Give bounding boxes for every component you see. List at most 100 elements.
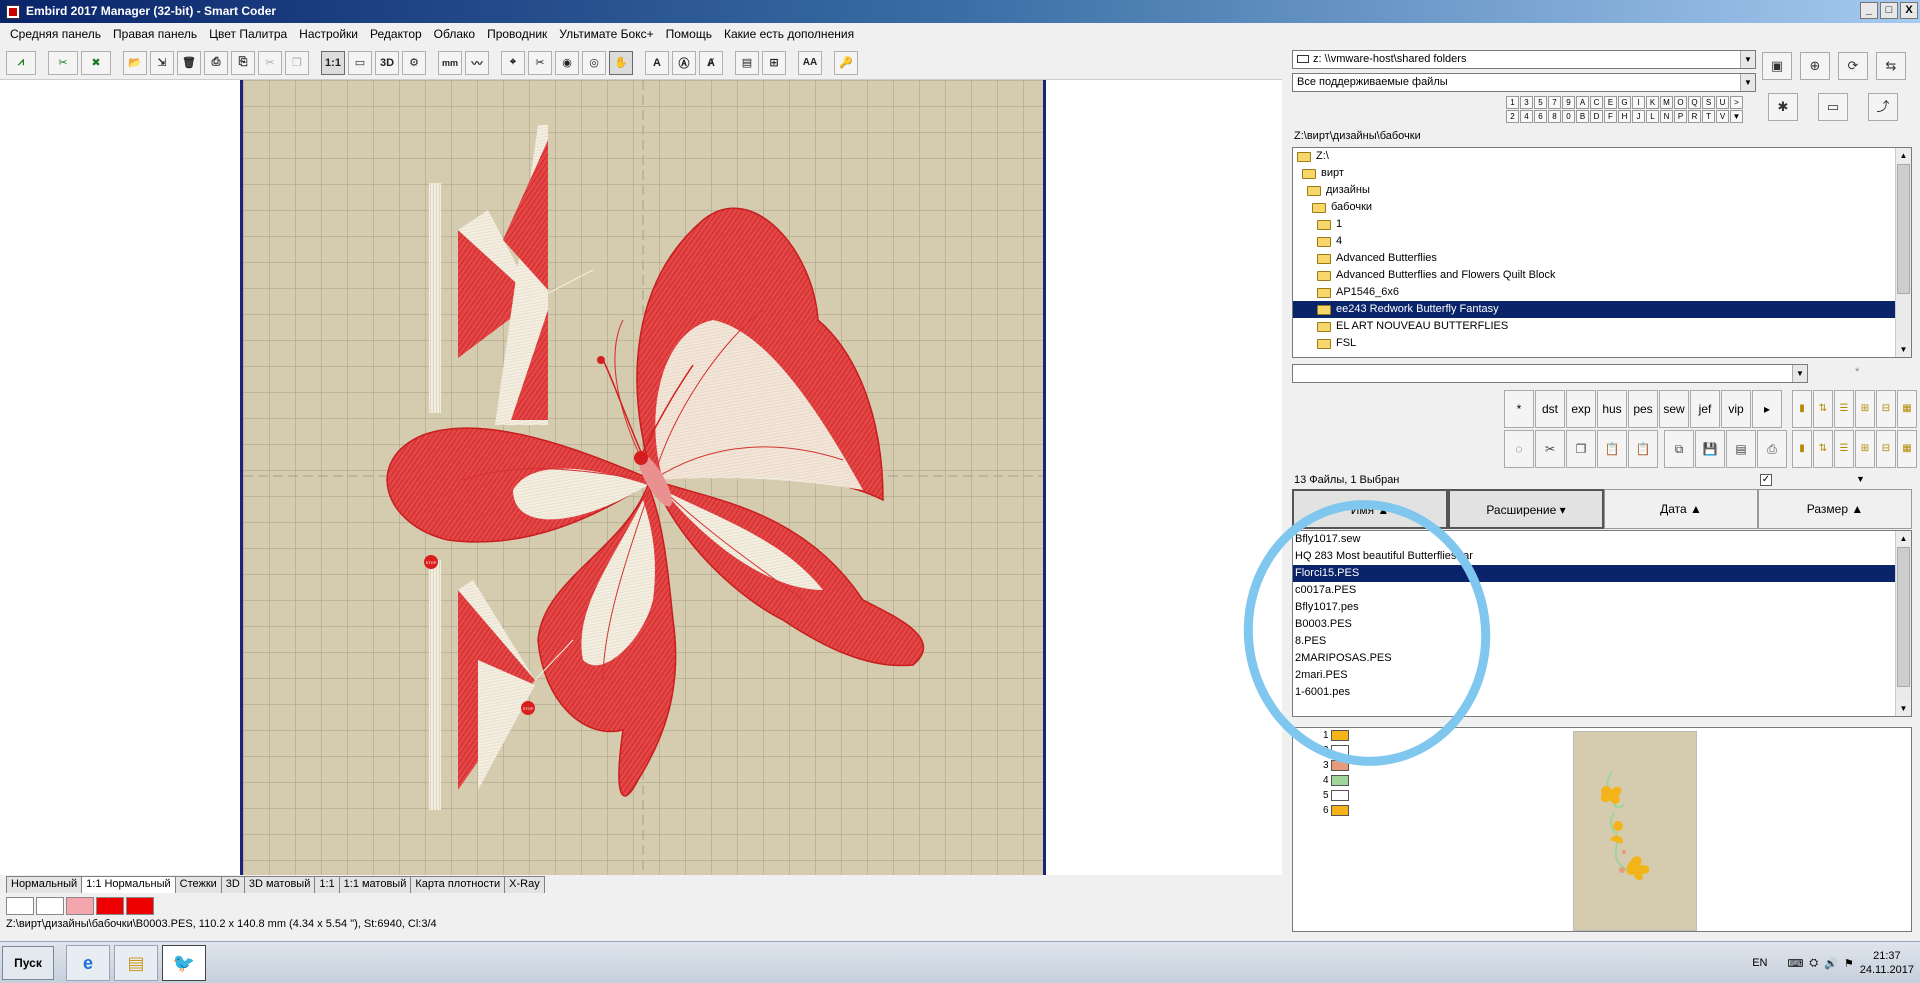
tree-folder-item[interactable]: Advanced Butterflies and Flowers Quilt B… <box>1293 267 1897 284</box>
letter-filter-next[interactable]: > <box>1730 96 1743 109</box>
tab-1-1-normal[interactable]: 1:1 Нормальный <box>81 876 176 893</box>
list-icon[interactable]: ☰ <box>1834 390 1854 428</box>
sort2-alt-icon[interactable]: ⇅ <box>1813 430 1833 468</box>
monogram-icon[interactable]: Ⱥ <box>699 50 723 75</box>
column-size[interactable]: Размер ▲ <box>1758 489 1912 529</box>
layout-icon[interactable]: ⊞ <box>762 50 786 75</box>
letter-filter[interactable]: T <box>1702 110 1715 123</box>
letter-filter[interactable]: 6 <box>1534 110 1547 123</box>
stitch-icon[interactable]: ⩘ <box>6 50 36 75</box>
menu-addons[interactable]: Какие есть дополнения <box>718 27 860 41</box>
properties-icon[interactable]: ▤ <box>1726 430 1756 468</box>
font-button[interactable]: AA <box>798 50 822 75</box>
thumbnails-icon[interactable]: ▦ <box>1897 390 1917 428</box>
search-combo[interactable]: ▼ <box>1292 364 1808 383</box>
letter-filter[interactable]: Q <box>1688 96 1701 109</box>
menu-explorer[interactable]: Проводник <box>481 27 553 41</box>
letter-filter[interactable]: F <box>1604 110 1617 123</box>
checkbox[interactable]: ✓ <box>1760 474 1772 486</box>
trash-icon[interactable]: 🗑 <box>177 50 201 75</box>
column-date[interactable]: Дата ▲ <box>1604 489 1758 529</box>
thumbnails2-icon[interactable]: ▦ <box>1897 430 1917 468</box>
thread-color-5[interactable] <box>126 897 154 915</box>
letter-filter[interactable]: U <box>1716 96 1729 109</box>
grid2-large-icon[interactable]: ⊟ <box>1876 430 1896 468</box>
save-file-icon[interactable]: 💾 <box>1695 430 1725 468</box>
folder-up-icon[interactable]: ⤴ <box>1868 93 1898 121</box>
scroll-up-icon[interactable]: ▲ <box>1896 531 1911 546</box>
preview-color-item[interactable]: 5 <box>1323 790 1349 801</box>
folder-icon[interactable]: ▭ <box>1818 93 1848 121</box>
preview-color-item[interactable]: 6 <box>1323 805 1349 816</box>
refresh-icon[interactable]: ⟳ <box>1838 52 1868 80</box>
letter-filter[interactable]: 2 <box>1506 110 1519 123</box>
restore-button[interactable]: □ <box>1880 2 1898 19</box>
format-hus-button[interactable]: hus <box>1597 390 1627 428</box>
format-exp-button[interactable]: exp <box>1566 390 1596 428</box>
menu-middle-panel[interactable]: Средняя панель <box>4 27 107 41</box>
format-dst-button[interactable]: dst <box>1535 390 1565 428</box>
hoop-icon[interactable]: ⌖ <box>501 50 525 75</box>
eye-icon[interactable]: ◉ <box>555 50 579 75</box>
file-explorer-icon[interactable]: ▤ <box>114 945 158 981</box>
letter-filter[interactable]: O <box>1674 96 1687 109</box>
language-indicator[interactable]: EN <box>1752 957 1767 969</box>
file-list-scrollbar[interactable]: ▲ ▼ <box>1895 531 1911 716</box>
sort-icon[interactable]: ▮ <box>1792 390 1812 428</box>
view-3d-button[interactable]: 3D <box>375 50 399 75</box>
key-icon[interactable]: 🔑 <box>834 50 858 75</box>
tree-folder-item[interactable]: Advanced Butterflies <box>1293 250 1897 267</box>
thread-color-1[interactable] <box>6 897 34 915</box>
tab-3d-matte[interactable]: 3D матовый <box>243 876 316 893</box>
format-sew-button[interactable]: sew <box>1659 390 1689 428</box>
tree-folder-item[interactable]: бабочки <box>1293 199 1897 216</box>
tray-keyboard-icon[interactable]: ⌨ <box>1787 957 1803 970</box>
tree-folder-item[interactable]: EL ART NOUVEAU BUTTERFLIES <box>1293 318 1897 335</box>
clock[interactable]: 21:37 24.11.2017 <box>1860 949 1914 977</box>
menu-editor[interactable]: Редактор <box>364 27 428 41</box>
print-icon[interactable]: ⎙ <box>204 50 228 75</box>
letter-filter[interactable]: 4 <box>1520 110 1533 123</box>
grid-icon[interactable]: ⊞ <box>1855 390 1875 428</box>
letter-filter[interactable]: 5 <box>1534 96 1547 109</box>
internet-explorer-icon[interactable]: e <box>66 945 110 981</box>
tree-folder-item[interactable]: 1 <box>1293 216 1897 233</box>
menu-cloud[interactable]: Облако <box>428 27 481 41</box>
thread-color-4[interactable] <box>96 897 124 915</box>
menu-ultimate-box[interactable]: Ультимате Бокс+ <box>553 27 659 41</box>
tab-density-map[interactable]: Карта плотности <box>410 876 506 893</box>
letter-filter-dropdown[interactable]: ▼ <box>1730 110 1743 123</box>
letter-filter[interactable]: H <box>1618 110 1631 123</box>
scroll-down-icon[interactable]: ▼ <box>1896 342 1911 357</box>
format-pes-button[interactable]: pes <box>1628 390 1658 428</box>
grid2-icon[interactable]: ⊞ <box>1855 430 1875 468</box>
close-button[interactable]: X <box>1900 2 1918 19</box>
column-extension[interactable]: Расширение ▾ <box>1448 489 1604 529</box>
copy-icon[interactable]: ❐ <box>285 50 309 75</box>
tray-network-icon[interactable]: ⛭ <box>1809 957 1818 970</box>
format-vip-button[interactable]: vip <box>1721 390 1751 428</box>
text-edit-icon[interactable]: Ⓐ <box>672 50 696 75</box>
scissors-icon[interactable]: ✂ <box>528 50 552 75</box>
scroll-up-icon[interactable]: ▲ <box>1896 148 1911 163</box>
save-icon[interactable]: ▣ <box>1762 52 1792 80</box>
tab-1-1[interactable]: 1:1 <box>314 876 340 893</box>
menu-settings[interactable]: Настройки <box>293 27 364 41</box>
lasso-icon[interactable]: ◌ <box>1504 430 1534 468</box>
tree-folder-item[interactable]: AP1546_6x6 <box>1293 284 1897 301</box>
cut-icon[interactable]: ✂ <box>258 50 282 75</box>
menu-help[interactable]: Помощь <box>660 27 718 41</box>
tree-scrollbar[interactable]: ▲ ▼ <box>1895 148 1911 357</box>
folder-tree[interactable]: Z:\ вирт дизайны бабочки 1 4 Advanced Butterfl… <box>1292 147 1912 358</box>
letter-filter[interactable]: S <box>1702 96 1715 109</box>
list2-icon[interactable]: ☰ <box>1834 430 1854 468</box>
letter-filter[interactable]: 7 <box>1548 96 1561 109</box>
letter-filter[interactable]: B <box>1576 110 1589 123</box>
letter-filter[interactable]: E <box>1604 96 1617 109</box>
scroll-down-icon[interactable]: ▼ <box>1896 701 1911 716</box>
format-all-button[interactable]: * <box>1504 390 1534 428</box>
convert-icon[interactable]: ✂ <box>48 50 78 75</box>
page-icon[interactable]: ▤ <box>735 50 759 75</box>
letter-filter[interactable]: A <box>1576 96 1589 109</box>
stitch-player-icon[interactable]: ⚙ <box>402 50 426 75</box>
